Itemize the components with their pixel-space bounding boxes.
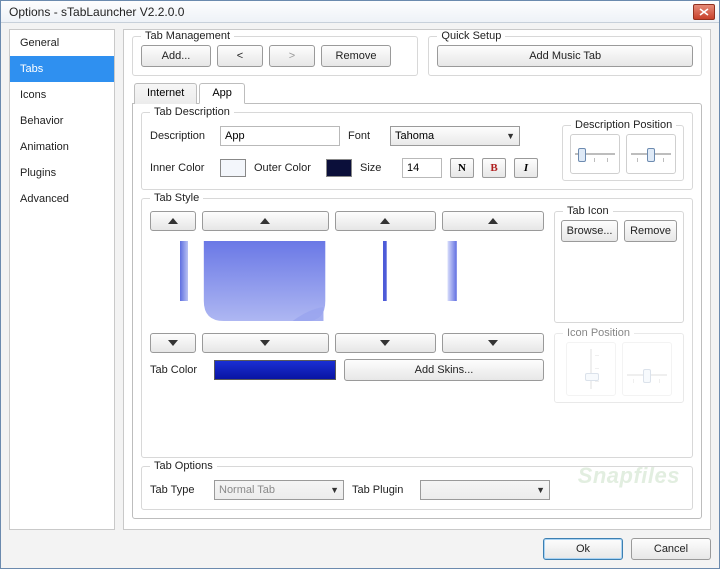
chevron-down-icon: ▼ (330, 485, 339, 495)
right-panel: Tab Management Add... < > Remove Quick S… (123, 29, 711, 530)
tab-description-title: Tab Description (150, 106, 234, 118)
tab-type-value: Normal Tab (219, 484, 275, 496)
sidebar-item-animation[interactable]: Animation (10, 134, 114, 160)
style2-up-button[interactable] (202, 211, 329, 231)
add-tab-button[interactable]: Add... (141, 45, 211, 67)
style1-down-button[interactable] (150, 333, 196, 353)
outer-color-swatch[interactable] (326, 159, 352, 177)
desc-pos-h-slider[interactable] (570, 134, 620, 174)
tab-management-group: Tab Management Add... < > Remove (132, 36, 418, 76)
chevron-down-icon: ▼ (506, 131, 515, 141)
next-tab-button[interactable]: > (269, 45, 315, 67)
outer-color-label: Outer Color (254, 162, 318, 174)
icon-position-title: Icon Position (563, 327, 634, 339)
sidebar-item-general[interactable]: General (10, 30, 114, 56)
chevron-down-icon: ▼ (536, 485, 545, 495)
description-input[interactable] (220, 126, 340, 146)
category-sidebar: General Tabs Icons Behavior Animation Pl… (9, 29, 115, 530)
sidebar-item-icons[interactable]: Icons (10, 82, 114, 108)
tab-internet[interactable]: Internet (134, 83, 197, 104)
font-italic-toggle[interactable]: I (514, 158, 538, 178)
icon-pos-v-slider (566, 342, 616, 396)
tab-app[interactable]: App (199, 83, 245, 104)
options-window: Options - sTabLauncher V2.2.0.0 General … (0, 0, 720, 569)
font-label: Font (348, 130, 382, 142)
style4-up-button[interactable] (442, 211, 544, 231)
titlebar: Options - sTabLauncher V2.2.0.0 (1, 1, 719, 23)
add-skins-button[interactable]: Add Skins... (344, 359, 544, 381)
size-input[interactable] (402, 158, 442, 178)
cancel-button[interactable]: Cancel (631, 538, 711, 560)
tab-plugin-select: ▼ (420, 480, 550, 500)
sidebar-item-tabs[interactable]: Tabs (10, 56, 114, 82)
tab-type-select: Normal Tab ▼ (214, 480, 344, 500)
style1-preview (150, 237, 196, 327)
inner-tabstrip: Internet App (134, 83, 702, 104)
style4-down-button[interactable] (442, 333, 544, 353)
quick-setup-group: Quick Setup Add Music Tab (428, 36, 702, 76)
window-title: Options - sTabLauncher V2.2.0.0 (5, 5, 693, 19)
style3-up-button[interactable] (335, 211, 437, 231)
style2-preview (202, 237, 329, 327)
tab-description-group: Tab Description Description Font Tahoma … (141, 112, 693, 190)
tab-icon-group: Tab Icon Browse... Remove (554, 211, 684, 323)
client-area: General Tabs Icons Behavior Animation Pl… (1, 23, 719, 568)
tab-content: Tab Description Description Font Tahoma … (132, 103, 702, 519)
size-label: Size (360, 162, 394, 174)
sidebar-item-plugins[interactable]: Plugins (10, 160, 114, 186)
tab-options-group: Tab Options Tab Type Normal Tab ▼ Tab Pl… (141, 466, 693, 510)
browse-icon-button[interactable]: Browse... (561, 220, 618, 242)
tab-style-group: Tab Style (141, 198, 693, 458)
quick-setup-title: Quick Setup (437, 30, 505, 42)
style4-preview (442, 237, 544, 327)
close-button[interactable] (693, 4, 715, 20)
font-value: Tahoma (395, 130, 434, 142)
font-normal-toggle[interactable]: N (450, 158, 474, 178)
style3-preview (335, 237, 437, 327)
sidebar-item-advanced[interactable]: Advanced (10, 186, 114, 212)
icon-pos-h-slider (622, 342, 672, 396)
tab-management-title: Tab Management (141, 30, 234, 42)
tab-color-label: Tab Color (150, 364, 206, 376)
style1-up-button[interactable] (150, 211, 196, 231)
remove-icon-button[interactable]: Remove (624, 220, 677, 242)
remove-tab-button[interactable]: Remove (321, 45, 391, 67)
font-bold-toggle[interactable]: B (482, 158, 506, 178)
style3-down-button[interactable] (335, 333, 437, 353)
desc-pos-v-slider[interactable] (626, 134, 676, 174)
inner-color-label: Inner Color (150, 162, 212, 174)
tab-plugin-label: Tab Plugin (352, 484, 412, 496)
add-music-tab-button[interactable]: Add Music Tab (437, 45, 693, 67)
tab-color-swatch[interactable] (214, 360, 336, 380)
ok-button[interactable]: Ok (543, 538, 623, 560)
tab-icon-preview (561, 242, 677, 316)
tab-type-label: Tab Type (150, 484, 206, 496)
icon-position-group: Icon Position (554, 333, 684, 403)
tab-icon-title: Tab Icon (563, 205, 613, 217)
inner-color-swatch[interactable] (220, 159, 246, 177)
description-label: Description (150, 130, 212, 142)
description-position-group: Description Position (562, 125, 684, 181)
description-position-title: Description Position (571, 119, 676, 131)
style2-down-button[interactable] (202, 333, 329, 353)
font-select[interactable]: Tahoma ▼ (390, 126, 520, 146)
prev-tab-button[interactable]: < (217, 45, 263, 67)
dialog-footer: Ok Cancel (9, 530, 711, 560)
tab-options-title: Tab Options (150, 460, 217, 472)
tab-style-title: Tab Style (150, 192, 203, 204)
sidebar-item-behavior[interactable]: Behavior (10, 108, 114, 134)
